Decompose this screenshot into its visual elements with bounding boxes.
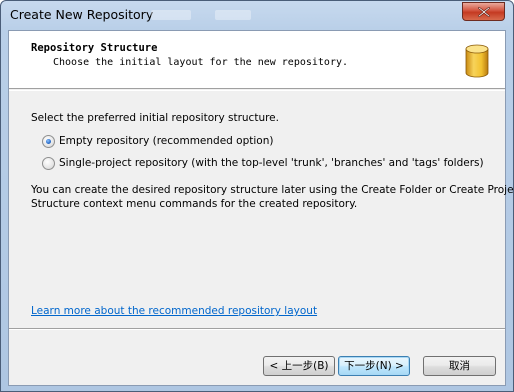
- cancel-button[interactable]: 取消: [423, 356, 496, 376]
- dialog-client-area: Repository Structure Choose the initial …: [8, 30, 514, 386]
- close-icon: [478, 7, 490, 17]
- structure-note-line-1: You can create the desired repository st…: [31, 184, 514, 196]
- option-empty-repository[interactable]: Empty repository (recommended option): [42, 133, 273, 149]
- database-cylinder-icon: [465, 44, 489, 78]
- close-button[interactable]: [462, 2, 505, 21]
- radio-button-unchecked[interactable]: [42, 156, 55, 170]
- back-button[interactable]: < 上一步(B): [263, 356, 335, 376]
- window-title: Create New Repository: [10, 7, 154, 22]
- footer-divider: [9, 328, 505, 330]
- title-bar-blur: [215, 10, 251, 20]
- wizard-header: Repository Structure Choose the initial …: [9, 31, 505, 89]
- option-label[interactable]: Empty repository (recommended option): [59, 135, 273, 147]
- header-divider: [9, 90, 505, 91]
- header-subtitle: Choose the initial layout for the new re…: [53, 57, 349, 68]
- title-bar-blur: [151, 10, 191, 20]
- next-button[interactable]: 下一步(N) >: [338, 356, 410, 376]
- dialog-window: Create New Repository Repository Structu…: [0, 0, 514, 392]
- option-label[interactable]: Single-project repository (with the top-…: [59, 157, 484, 169]
- structure-note-line-2: Structure context menu commands for the …: [31, 198, 358, 210]
- learn-more-link[interactable]: Learn more about the recommended reposit…: [31, 305, 317, 317]
- structure-prompt: Select the preferred initial repository …: [31, 112, 279, 124]
- radio-button-checked[interactable]: [42, 134, 55, 148]
- option-single-project-repository[interactable]: Single-project repository (with the top-…: [42, 155, 484, 171]
- header-title: Repository Structure: [31, 42, 158, 54]
- title-bar[interactable]: Create New Repository: [1, 1, 513, 31]
